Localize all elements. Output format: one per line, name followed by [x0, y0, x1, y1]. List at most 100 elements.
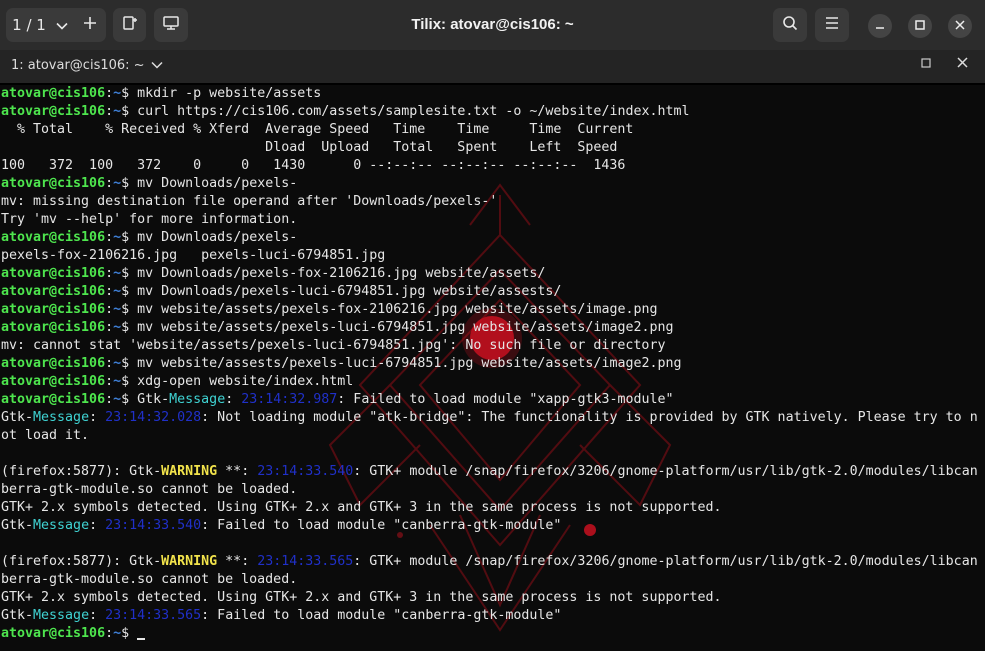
prompt-separator: : — [105, 626, 114, 641]
gtk-prefix: Gtk- — [129, 554, 162, 569]
prompt-path: ~ — [113, 320, 122, 335]
display-icon — [162, 15, 180, 35]
output-text: berra-gtk-module.so cannot be loaded. — [1, 572, 298, 587]
terminal-line: 100 372 100 372 0 0 1430 0 --:--:-- --:-… — [1, 157, 978, 175]
command-text: mv website/assests/pexels-luci-6794851.j… — [137, 356, 682, 371]
session-selector-button[interactable]: 1 / 1 — [6, 8, 74, 42]
terminal-line: atovar@cis106:~$ mv website/assets/pexel… — [1, 301, 978, 319]
minimize-icon — [875, 19, 885, 34]
output-text: berra-gtk-module.so cannot be loaded. — [1, 482, 298, 497]
maximize-terminal-button[interactable] — [921, 57, 931, 71]
prompt-path: ~ — [113, 302, 122, 317]
terminal-line: atovar@cis106:~$ mv Downloads/pexels- — [1, 229, 978, 247]
gtk-message-text: : Failed to load module "xapp-gtk3-modul… — [337, 392, 674, 407]
output-text: GTK+ 2.x symbols detected. Using GTK+ 2.… — [1, 500, 722, 515]
chevron-down-icon — [151, 58, 163, 73]
maximize-button[interactable] — [908, 14, 932, 38]
gtk-label: WARNING — [161, 554, 218, 569]
output-text: mv: cannot stat 'website/assets/pexels-l… — [1, 338, 666, 353]
timestamp: 23:14:33.540 — [257, 464, 354, 479]
gtk-prefix: Gtk- — [1, 410, 34, 425]
gtk-message-text: : GTK+ module /snap/firefox/3206/gnome-p… — [353, 554, 978, 569]
timestamp: 23:14:33.540 — [105, 518, 202, 533]
timestamp: 23:14:32.028 — [105, 410, 202, 425]
plus-icon — [83, 16, 97, 34]
hamburger-menu-icon — [824, 16, 840, 34]
prompt-separator: : — [105, 230, 114, 245]
gtk-message-text: : Failed to load module "canberra-gtk-mo… — [201, 608, 562, 623]
add-session-button[interactable] — [74, 8, 106, 42]
terminal-cursor — [137, 638, 146, 640]
search-button[interactable] — [773, 8, 807, 42]
prompt-symbol: $ — [121, 176, 138, 191]
prompt-separator: : — [105, 104, 114, 119]
gtk-label: Message — [169, 392, 226, 407]
prompt-separator: : — [105, 284, 114, 299]
command-text: mv Downloads/pexels- — [137, 176, 298, 191]
prompt-user: atovar@cis106 — [1, 86, 106, 101]
split-terminal-button[interactable] — [113, 8, 146, 42]
prompt-path: ~ — [113, 266, 122, 281]
close-window-button[interactable] — [948, 14, 972, 38]
output-text: ot load it. — [1, 428, 90, 443]
prompt-path: ~ — [113, 104, 122, 119]
terminal-lines: atovar@cis106:~$ mkdir -p website/assets… — [1, 85, 978, 643]
prompt-separator: : — [105, 374, 114, 389]
terminal-line: % Total % Received % Xferd Average Speed… — [1, 121, 978, 139]
prompt-symbol: $ — [121, 104, 138, 119]
terminal-line: atovar@cis106:~$ mv Downloads/pexels-fox… — [1, 265, 978, 283]
prompt-symbol: $ — [121, 86, 138, 101]
gtk-message-text: : Failed to load module "canberra-gtk-mo… — [201, 518, 562, 533]
menu-button[interactable] — [815, 8, 849, 42]
prompt-separator: : — [105, 356, 114, 371]
gtk-label: Message — [33, 608, 90, 623]
chevron-down-icon — [56, 16, 68, 34]
prompt-symbol: $ — [121, 302, 138, 317]
gtk-prefix: Gtk- — [1, 518, 34, 533]
output-text: 100 372 100 372 0 0 1430 0 --:--:-- --:-… — [1, 158, 626, 173]
maximize-icon — [915, 19, 925, 34]
command-text: mkdir -p website/assets — [137, 86, 322, 101]
gtk-process: (firefox:5877): — [1, 464, 130, 479]
terminal-tab-title[interactable]: 1: atovar@cis106: ~ — [11, 58, 163, 73]
gtk-label: WARNING — [161, 464, 218, 479]
minimize-button[interactable] — [868, 14, 892, 38]
prompt-separator: : — [105, 392, 114, 407]
timestamp: 23:14:33.565 — [105, 608, 202, 623]
terminal-output[interactable]: atovar@cis106:~$ mkdir -p website/assets… — [0, 85, 985, 651]
terminal-line: berra-gtk-module.so cannot be loaded. — [1, 571, 978, 589]
terminal-line: (firefox:5877): Gtk-WARNING **: 23:14:33… — [1, 463, 978, 481]
display-button[interactable] — [154, 8, 188, 42]
close-terminal-button[interactable] — [957, 56, 968, 72]
terminal-line: GTK+ 2.x symbols detected. Using GTK+ 2.… — [1, 499, 978, 517]
gtk-separator: : — [89, 518, 106, 533]
prompt-symbol: $ — [121, 374, 138, 389]
command-text: mv Downloads/pexels-luci-6794851.jpg web… — [137, 284, 562, 299]
command-text: xdg-open website/index.html — [137, 374, 354, 389]
gtk-separator: **: — [217, 464, 258, 479]
command-text: mv Downloads/pexels- — [137, 230, 298, 245]
terminal-line: atovar@cis106:~$ mkdir -p website/assets — [1, 85, 978, 103]
command-text: mv Downloads/pexels-fox-2106216.jpg webs… — [137, 266, 546, 281]
output-text: mv: missing destination file operand aft… — [1, 194, 498, 209]
prompt-symbol: $ — [121, 626, 138, 641]
terminal-line: ot load it. — [1, 427, 978, 445]
terminal-line: atovar@cis106:~$ mv website/assets/pexel… — [1, 319, 978, 337]
prompt-path: ~ — [113, 176, 122, 191]
gtk-label: Message — [33, 410, 90, 425]
gtk-prefix: Gtk- — [129, 464, 162, 479]
terminal-line: Gtk-Message: 23:14:33.565: Failed to loa… — [1, 607, 978, 625]
gtk-prefix: Gtk- — [1, 608, 34, 623]
prompt-symbol: $ — [121, 356, 138, 371]
gtk-message-text: : GTK+ module /snap/firefox/3206/gnome-p… — [353, 464, 978, 479]
output-text: Dload Upload Total Spent Left Speed — [1, 140, 618, 155]
gtk-separator: **: — [217, 554, 258, 569]
prompt-user: atovar@cis106 — [1, 284, 106, 299]
prompt-path: ~ — [113, 284, 122, 299]
output-text: Try 'mv --help' for more information. — [1, 212, 298, 227]
terminal-line: Gtk-Message: 23:14:32.028: Not loading m… — [1, 409, 978, 427]
prompt-symbol: $ — [121, 266, 138, 281]
terminal-line: GTK+ 2.x symbols detected. Using GTK+ 2.… — [1, 589, 978, 607]
output-text: pexels-fox-2106216.jpg pexels-luci-67948… — [1, 248, 386, 263]
window-title: Tilix: atovar@cis106: ~ — [411, 16, 574, 33]
